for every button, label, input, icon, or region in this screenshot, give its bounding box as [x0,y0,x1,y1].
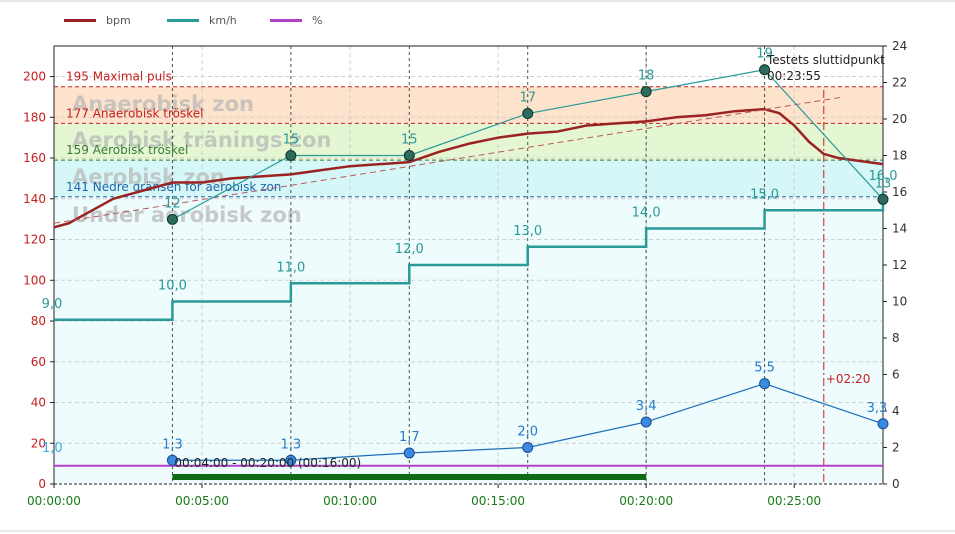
stage-point-4 [640,86,652,98]
threshold-label-0: 195 Maximal puls [66,70,172,84]
stage-point-label-3: 17 [519,91,536,106]
stage-point-label-4: 18 [638,69,655,84]
kmh-step-label-2: 11,0 [276,260,305,275]
lactate-point-label-5: 5,5 [754,361,775,376]
lactate-point-label-6: 3,3 [867,401,888,416]
lactate-point-5 [759,378,771,390]
kmh-step-label-1: 10,0 [158,279,187,294]
x-tick-label-2: 00:10:00 [323,494,377,508]
y-right-tick-label-3: 6 [892,368,900,382]
kmh-step-label-5: 14,0 [632,206,661,221]
lactate-point-label-4: 3,4 [636,399,657,414]
x-tick-label-4: 00:20:00 [619,494,673,508]
y-right-tick-label-1: 2 [892,441,900,455]
x-tick-label-0: 00:00:00 [27,494,81,508]
y-left-tick-label-4: 80 [31,314,46,328]
lactate-point-3 [522,442,534,453]
x-tick-label-3: 00:15:00 [471,494,525,508]
lactate-point-label-1: 1,3 [281,437,302,452]
stage-point-1 [285,150,297,161]
kmh-step-label-3: 12,0 [395,242,424,257]
stage-point-2 [403,150,415,161]
stage-point-label-0: 12 [164,196,181,211]
lactate-point-label-3: 2,0 [517,425,538,440]
y-left-tick-label-8: 160 [23,151,46,165]
y-right-tick-label-5: 10 [892,295,907,309]
stage-point-label-6: 13 [875,176,892,191]
y-right-tick-label-7: 14 [892,222,907,236]
stage-point-0 [166,213,178,225]
test-end-time: 00:23:55 [767,69,821,83]
y-right-tick-label-9: 18 [892,149,907,163]
y-left-tick-label-0: 0 [38,477,46,491]
y-left-tick-label-10: 200 [23,70,46,84]
interval-label: 00:04:00 - 00:20:00 (00:16:00) [174,456,361,470]
threshold-label-1: 177 Anaerobisk tröskel [66,106,203,120]
y-right-tick-label-6: 12 [892,258,907,272]
x-tick-label-5: 00:25:00 [767,494,821,508]
y-right-tick-label-4: 8 [892,331,900,345]
stage-point-6 [877,193,889,205]
x-tick-label-1: 00:05:00 [175,494,229,508]
y-left-tick-label-6: 120 [23,233,46,247]
y-left-tick-label-9: 180 [23,110,46,124]
threshold-label-2: 159 Aerobisk tröskel [66,143,188,157]
y-left-tick-label-7: 140 [23,192,46,206]
y-right-tick-label-10: 20 [892,112,907,126]
y-right-tick-label-2: 4 [892,404,900,418]
kmh-step-label-0: 9,0 [42,297,63,312]
chart-svg: Anaerobisk zonAerobisk tränings zonAerob… [0,0,955,532]
stage-point-3 [522,108,534,120]
stage-point-label-2: 15 [401,133,418,148]
y-right-tick-label-8: 16 [892,185,907,199]
kmh-step-label-6: 15,0 [750,187,779,202]
chart-container: bpm km/h % Anaerobisk zon Aerobisk tränin… [0,0,955,534]
stage-point-label-1: 15 [283,133,300,148]
lactate-point-label-0: 1,3 [162,437,183,452]
kmh-step-label-4: 13,0 [513,224,542,239]
lactate-point-label-2: 1,7 [399,430,420,445]
y-left-tick-label-3: 60 [31,355,46,369]
y-right-tick-label-0: 0 [892,477,900,491]
lactate-point-2 [403,447,415,459]
y-right-tick-label-11: 22 [892,76,907,90]
lactate-point-6 [877,418,889,430]
y-left-tick-label-5: 100 [23,273,46,287]
lactate-point-4 [640,416,652,428]
y-right-tick-label-12: 24 [892,39,907,53]
y-left-tick-label-2: 40 [31,396,46,410]
test-end-title: Testets sluttidpunkt [766,53,885,67]
percent-value-label: 1,0 [42,441,63,456]
interval-bar [172,474,647,480]
extra-time-label: +02:20 [826,372,871,386]
